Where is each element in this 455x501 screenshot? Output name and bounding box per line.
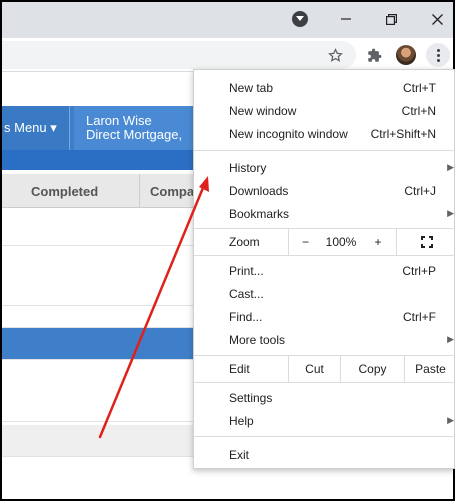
- menu-item-shortcut: Ctrl+N: [401, 103, 436, 118]
- edit-label: Edit: [229, 362, 250, 376]
- menu-item-history[interactable]: History ▶: [194, 156, 455, 179]
- menu-item-new-tab[interactable]: New tab Ctrl+T: [194, 76, 455, 99]
- menu-item-label: New window: [229, 103, 297, 118]
- nav-strip: [2, 150, 197, 170]
- menu-item-label: Exit: [229, 447, 250, 462]
- menu-item-more-tools[interactable]: More tools ▶: [194, 328, 455, 351]
- menu-item-label: New incognito window: [229, 126, 348, 141]
- nav-menu-label: s Menu ▾: [4, 120, 57, 135]
- menu-item-label: Help: [229, 413, 254, 428]
- table-header: Completed Compa: [2, 174, 197, 208]
- menu-item-label: Print...: [229, 263, 264, 278]
- submenu-arrow-icon: ▶: [447, 162, 454, 172]
- restore-icon[interactable]: [380, 8, 402, 30]
- zoom-out-button[interactable]: −: [288, 229, 322, 255]
- table-footer: [2, 425, 197, 457]
- menu-item-new-window[interactable]: New window Ctrl+N: [194, 99, 455, 122]
- zoom-out-label: −: [301, 235, 309, 249]
- menu-separator: [194, 150, 455, 151]
- menu-item-label: More tools: [229, 332, 286, 347]
- menu-separator: [194, 382, 455, 383]
- fullscreen-button[interactable]: [396, 229, 455, 255]
- menu-item-bookmarks[interactable]: Bookmarks ▶: [194, 202, 455, 225]
- copy-label: Copy: [358, 362, 387, 376]
- column-divider: [139, 174, 140, 208]
- site-navbar: s Menu ▾ Laron Wise Direct Mortgage,: [2, 106, 197, 150]
- menu-item-label: Cast...: [229, 286, 264, 301]
- menu-separator: [194, 255, 455, 256]
- menu-item-shortcut: Ctrl+P: [402, 263, 436, 278]
- column-header-company[interactable]: Compa: [150, 174, 194, 208]
- menu-item-downloads[interactable]: Downloads Ctrl+J: [194, 179, 455, 202]
- menu-item-shortcut: Ctrl+Shift+N: [370, 126, 436, 141]
- close-icon[interactable]: [426, 8, 448, 30]
- paste-label: Paste: [415, 362, 446, 376]
- table-row[interactable]: [2, 360, 197, 422]
- table-row-selected[interactable]: [2, 328, 197, 360]
- minimize-icon[interactable]: [335, 8, 357, 30]
- chrome-main-menu: New tab Ctrl+T New window Ctrl+N New inc…: [193, 69, 455, 469]
- zoom-in-label: +: [374, 235, 382, 249]
- menu-item-find[interactable]: Find... Ctrl+F: [194, 305, 455, 328]
- menu-item-settings[interactable]: Settings: [194, 386, 455, 409]
- address-bar[interactable]: [2, 41, 356, 69]
- zoom-label: Zoom: [229, 235, 260, 249]
- avatar[interactable]: [396, 45, 416, 65]
- profile-dropdown-icon[interactable]: [289, 8, 311, 30]
- submenu-arrow-icon: ▶: [447, 415, 454, 425]
- menu-dots-icon[interactable]: [426, 43, 450, 67]
- menu-item-label: History: [229, 160, 267, 175]
- zoom-in-button[interactable]: +: [360, 229, 396, 255]
- menu-item-shortcut: Ctrl+J: [404, 183, 436, 198]
- fullscreen-icon: [420, 236, 433, 248]
- menu-item-label: Find...: [229, 309, 263, 324]
- browser-toolbar: [2, 38, 453, 72]
- extensions-icon[interactable]: [363, 44, 385, 66]
- bookmark-star-icon[interactable]: [324, 44, 346, 66]
- table-row[interactable]: [2, 208, 197, 246]
- browser-titlebar: [2, 2, 453, 38]
- nav-menu-button[interactable]: s Menu ▾: [2, 106, 70, 150]
- menu-item-new-incognito-window[interactable]: New incognito window Ctrl+Shift+N: [194, 122, 455, 145]
- nav-user-info[interactable]: Laron Wise Direct Mortgage,: [74, 106, 197, 150]
- menu-item-cast[interactable]: Cast...: [194, 282, 455, 305]
- copy-button[interactable]: Copy: [340, 356, 404, 382]
- menu-zoom-row: Zoom − 100% +: [194, 229, 455, 255]
- cut-button[interactable]: Cut: [288, 356, 340, 382]
- column-header-completed[interactable]: Completed: [31, 174, 98, 208]
- paste-button[interactable]: Paste: [404, 356, 455, 382]
- zoom-value: 100%: [325, 235, 357, 249]
- nav-user-name: Laron Wise: [86, 113, 152, 128]
- table-row[interactable]: [2, 246, 197, 306]
- menu-item-shortcut: Ctrl+F: [403, 309, 436, 324]
- menu-item-label: Downloads: [229, 183, 289, 198]
- menu-edit-row: Edit Cut Copy Paste: [194, 356, 455, 382]
- menu-item-label: Bookmarks: [229, 206, 290, 221]
- menu-item-exit[interactable]: Exit: [194, 443, 455, 466]
- zoom-level: 100%: [322, 229, 360, 255]
- cut-label: Cut: [305, 362, 324, 376]
- menu-separator: [194, 436, 455, 437]
- menu-item-print[interactable]: Print... Ctrl+P: [194, 259, 455, 282]
- menu-item-label: Settings: [229, 390, 273, 405]
- nav-user-company: Direct Mortgage,: [86, 127, 183, 142]
- submenu-arrow-icon: ▶: [447, 334, 454, 344]
- menu-item-shortcut: Ctrl+T: [403, 80, 436, 95]
- menu-item-label: New tab: [229, 80, 274, 95]
- table-row[interactable]: [2, 306, 197, 328]
- submenu-arrow-icon: ▶: [447, 208, 454, 218]
- menu-item-help[interactable]: Help ▶: [194, 409, 455, 432]
